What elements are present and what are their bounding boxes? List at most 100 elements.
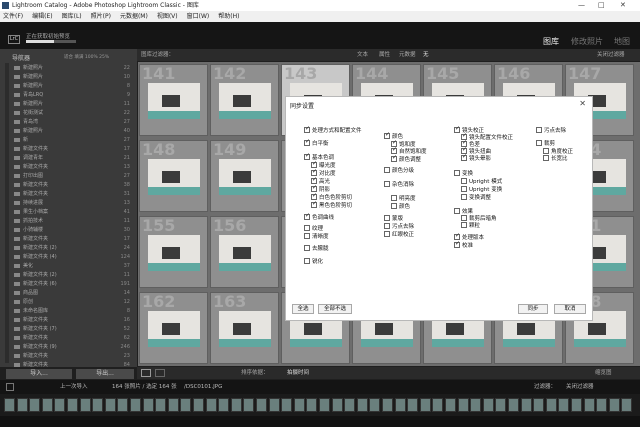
unchecked-icon[interactable]: [384, 223, 390, 229]
checked-icon[interactable]: [304, 138, 310, 146]
sync-option-checkbox[interactable]: 白色色阶剪切: [311, 192, 352, 202]
menu-edit[interactable]: 编辑(E): [32, 13, 52, 20]
folder-item[interactable]: 调建青年 21: [14, 154, 134, 162]
unchecked-icon[interactable]: [543, 148, 549, 154]
filmstrip-thumbnail[interactable]: [41, 398, 53, 412]
folder-item[interactable]: 未命名图库 8: [14, 307, 134, 315]
sync-option-checkbox[interactable]: 颜色分级: [384, 167, 414, 175]
folder-item[interactable]: 新建文件夹 (2) 24: [14, 244, 134, 252]
filmstrip-thumbnail[interactable]: [243, 398, 255, 412]
folder-item[interactable]: 商品图 14: [14, 289, 134, 297]
unchecked-icon[interactable]: [304, 225, 310, 231]
unchecked-icon[interactable]: [454, 170, 460, 176]
folder-item[interactable]: 青岛湾 27: [14, 118, 134, 126]
sync-option-checkbox[interactable]: 白平衡: [304, 138, 329, 148]
folder-item[interactable]: 新建文件夹 (7) 52: [14, 325, 134, 333]
folder-item[interactable]: 原创 12: [14, 298, 134, 306]
filmstrip-thumbnail[interactable]: [79, 398, 91, 412]
select-none-button[interactable]: 全部不选: [318, 304, 352, 314]
filter-attribute[interactable]: 属性: [379, 49, 390, 61]
grid-view-icon[interactable]: [141, 369, 151, 377]
unchecked-icon[interactable]: [536, 140, 542, 146]
filmstrip-thumbnail[interactable]: [104, 398, 116, 412]
filmstrip-thumbnail[interactable]: [256, 398, 267, 412]
folder-item[interactable]: 持续进展 13: [14, 199, 134, 207]
filmstrip-thumbnail[interactable]: [533, 398, 545, 412]
navigator-header[interactable]: 导航器 适合 填满 100% 25%: [0, 52, 137, 62]
navigator-zoom-options[interactable]: 适合 填满 100% 25%: [64, 54, 109, 60]
unchecked-icon[interactable]: [461, 215, 467, 221]
unchecked-icon[interactable]: [543, 155, 549, 161]
filmstrip-thumbnail[interactable]: [445, 398, 456, 412]
filmstrip-thumbnail[interactable]: [16, 398, 28, 412]
folder-item[interactable]: 新建文件夹 17: [14, 235, 134, 243]
folder-item[interactable]: 新建文件夹 13: [14, 163, 134, 171]
checked-icon[interactable]: [454, 240, 460, 248]
close-window-button[interactable]: ✕: [620, 0, 626, 11]
sync-option-checkbox[interactable]: 校准: [454, 240, 473, 250]
filter-preset[interactable]: 关闭过滤器: [597, 49, 625, 61]
filmstrip-thumbnail[interactable]: [520, 398, 532, 412]
folder-item[interactable]: 小骑辅楼 30: [14, 226, 134, 234]
minimize-button[interactable]: —: [578, 0, 585, 11]
menu-view[interactable]: 视图(V): [157, 13, 178, 20]
maximize-button[interactable]: □: [598, 0, 605, 11]
dialog-close-icon[interactable]: ✕: [579, 99, 586, 108]
cancel-button[interactable]: 取消: [554, 304, 586, 314]
menu-help[interactable]: 帮助(H): [218, 13, 239, 20]
filmstrip-thumbnail[interactable]: [268, 398, 280, 412]
filmstrip-thumbnail[interactable]: [142, 398, 154, 412]
folder-item[interactable]: 新建照片 40: [14, 127, 134, 135]
sync-option-checkbox[interactable]: 颜色: [391, 203, 410, 211]
filmstrip-thumbnail[interactable]: [583, 398, 595, 412]
filmstrip-thumbnail[interactable]: [407, 398, 419, 412]
folder-item[interactable]: 新建照片 10: [14, 73, 134, 81]
filmstrip-thumbnail[interactable]: [344, 398, 356, 412]
folder-item[interactable]: 新建文件夹 23: [14, 352, 134, 360]
filmstrip-thumbnail[interactable]: [331, 398, 343, 412]
filter-none[interactable]: 无: [423, 49, 429, 61]
sync-option-checkbox[interactable]: 色调曲线: [304, 212, 334, 222]
left-panel-scrollbar[interactable]: [5, 63, 9, 363]
folder-item[interactable]: 打印出图 27: [14, 172, 134, 180]
filmstrip-thumbnail[interactable]: [356, 398, 368, 412]
filmstrip-thumbnail[interactable]: [432, 398, 444, 412]
sync-option-checkbox[interactable]: 明亮度: [391, 195, 416, 203]
filmstrip-thumbnail[interactable]: [457, 398, 469, 412]
sync-option-checkbox[interactable]: 处理方式和配置文件: [304, 125, 362, 135]
filmstrip-source[interactable]: 上一次导入: [60, 380, 88, 394]
checked-icon[interactable]: [454, 125, 460, 133]
select-all-button[interactable]: 全选: [292, 304, 314, 314]
checked-icon[interactable]: [304, 152, 310, 160]
checked-icon[interactable]: [461, 153, 467, 161]
filmstrip-thumbnail[interactable]: [482, 398, 494, 412]
filmstrip-thumbnail[interactable]: [205, 398, 217, 412]
folder-item[interactable]: 新建文件夹 84: [14, 361, 134, 369]
filmstrip-thumbnail[interactable]: [230, 398, 242, 412]
unchecked-icon[interactable]: [384, 231, 390, 237]
checked-icon[interactable]: [304, 125, 310, 133]
folder-item[interactable]: 新建文件夹 17: [14, 145, 134, 153]
sync-option-checkbox[interactable]: Upright 模式: [461, 178, 502, 186]
view-1-icon[interactable]: [6, 383, 14, 391]
checked-icon[interactable]: [304, 212, 310, 220]
folder-item[interactable]: 新建文件夹 (9) 246: [14, 343, 134, 351]
folder-item[interactable]: 新建照片 11: [14, 100, 134, 108]
sync-option-checkbox[interactable]: 基本色调: [304, 152, 334, 162]
module-develop[interactable]: 修改照片: [571, 36, 603, 47]
filmstrip-thumbnail[interactable]: [596, 398, 608, 412]
filmstrip-thumbnail[interactable]: [130, 398, 141, 412]
sync-option-checkbox[interactable]: 颜色调整: [391, 154, 421, 164]
unchecked-icon[interactable]: [461, 178, 467, 184]
grid-cell[interactable]: 149: [210, 140, 279, 212]
filmstrip-thumbnail[interactable]: [319, 398, 330, 412]
folder-item[interactable]: 新建文件夹 (4) 124: [14, 253, 134, 261]
grid-cell[interactable]: 148: [139, 140, 208, 212]
filmstrip-thumbnail[interactable]: [29, 398, 41, 412]
filmstrip-thumbnail[interactable]: [218, 398, 230, 412]
unchecked-icon[interactable]: [384, 181, 390, 187]
folder-item[interactable]: 新建文件夹 (2) 11: [14, 271, 134, 279]
sync-option-checkbox[interactable]: 杂色消除: [384, 181, 414, 189]
unchecked-icon[interactable]: [391, 195, 397, 201]
folder-item[interactable]: 新建文件夹 16: [14, 316, 134, 324]
